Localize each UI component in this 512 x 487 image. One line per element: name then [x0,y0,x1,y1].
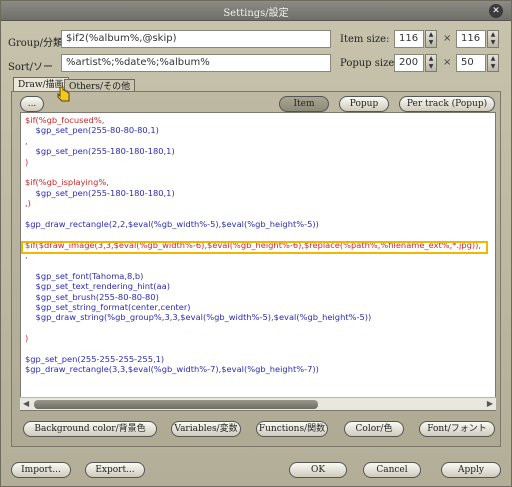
item-size-width-input[interactable]: 116 [394,30,424,48]
item-size-width-spinner[interactable]: ▲ ▼ [425,30,437,48]
code-line: $gp_set_font(Tahoma,8,b) [25,270,144,281]
close-icon[interactable]: ✕ [489,4,503,18]
item-size-height-input[interactable]: 116 [456,30,486,48]
group-label: Group/分類: [8,38,67,49]
ok-button[interactable]: OK [289,462,347,478]
code-line: $gp_set_brush(255-80-80-80) [25,291,159,302]
mode-stub-button[interactable]: ... [20,96,44,112]
popup-size-label: Popup size: [340,58,398,69]
code-line: $gp_set_pen(255-80-80-80,1) [25,125,159,136]
code-line: $if(%gb_focused%, [25,115,105,125]
code-line: ) [25,333,29,344]
apply-button[interactable]: Apply [441,462,501,478]
sort-input[interactable]: %artist%;%date%;%album% [61,54,331,72]
cancel-button[interactable]: Cancel [363,462,421,478]
functions-button[interactable]: Functions/関数 [256,421,328,437]
popup-size-height-spinner[interactable]: ▲ ▼ [487,54,499,72]
scroll-right-icon[interactable]: ▶ [487,399,493,408]
code-line: $gp_set_pen(255-180-180-180,1) [25,146,175,157]
item-size-label: Item size: [340,34,390,45]
scrollbar-thumb[interactable] [34,400,318,409]
code-line: $gp_set_pen(255-180-180-180,1) [25,187,175,198]
hand-cursor-icon [57,86,70,102]
code-line: $gp_draw_rectangle(3,3,$eval(%gb_width%-… [25,364,319,375]
background-color-button[interactable]: Background color/背景色 [23,421,157,437]
item-size-height-spinner[interactable]: ▲ ▼ [487,30,499,48]
code-line: $if(%gb_isplaying%, [25,177,109,188]
popup-size-width-input[interactable]: 200 [394,54,424,72]
window-title: Settings/設定 [223,8,289,19]
export-button[interactable]: Export... [85,462,145,478]
popup-mode-button[interactable]: Popup [339,96,389,112]
item-mode-button[interactable]: Item [279,96,329,112]
per-track-popup-button[interactable]: Per track (Popup) [399,96,495,112]
import-button[interactable]: Import... [11,462,71,478]
code-line: $gp_set_pen(255-255-255-255,1) [25,353,165,364]
variables-button[interactable]: Variables/変数 [171,421,241,437]
code-line: $gp_draw_string(%gb_group%,3,3,$eval(%gb… [25,312,372,323]
title-bar: Settings/設定 ✕ [1,1,511,21]
times-sign: × [443,33,452,44]
settings-window: Settings/設定 ✕ Group/分類: $if2(%album%,@sk… [0,0,512,487]
times-sign: × [443,57,452,68]
code-line: $gp_set_text_rendering_hint(aa) [25,281,170,292]
code-line: ) [25,156,29,167]
scroll-left-icon[interactable]: ◀ [23,399,29,408]
sort-label: Sort/ソー [8,62,54,73]
code-line: , [25,135,28,146]
color-button[interactable]: Color/色 [344,421,404,437]
horizontal-scrollbar[interactable]: ◀ ▶ [20,397,496,410]
group-input[interactable]: $if2(%album%,@skip) [61,30,331,48]
code-line: ,) [25,198,31,209]
code-line: $gp_set_string_format(center,center) [25,302,191,313]
script-editor[interactable]: $if(%gb_focused%, $gp_set_pen(255-80-80-… [20,112,496,411]
popup-size-height-input[interactable]: 50 [456,54,486,72]
popup-size-width-spinner[interactable]: ▲ ▼ [425,54,437,72]
code-line: $gp_draw_rectangle(2,2,$eval(%gb_width%-… [25,218,319,229]
font-button[interactable]: Font/フォント [419,421,495,437]
highlighted-line-box [21,241,488,254]
